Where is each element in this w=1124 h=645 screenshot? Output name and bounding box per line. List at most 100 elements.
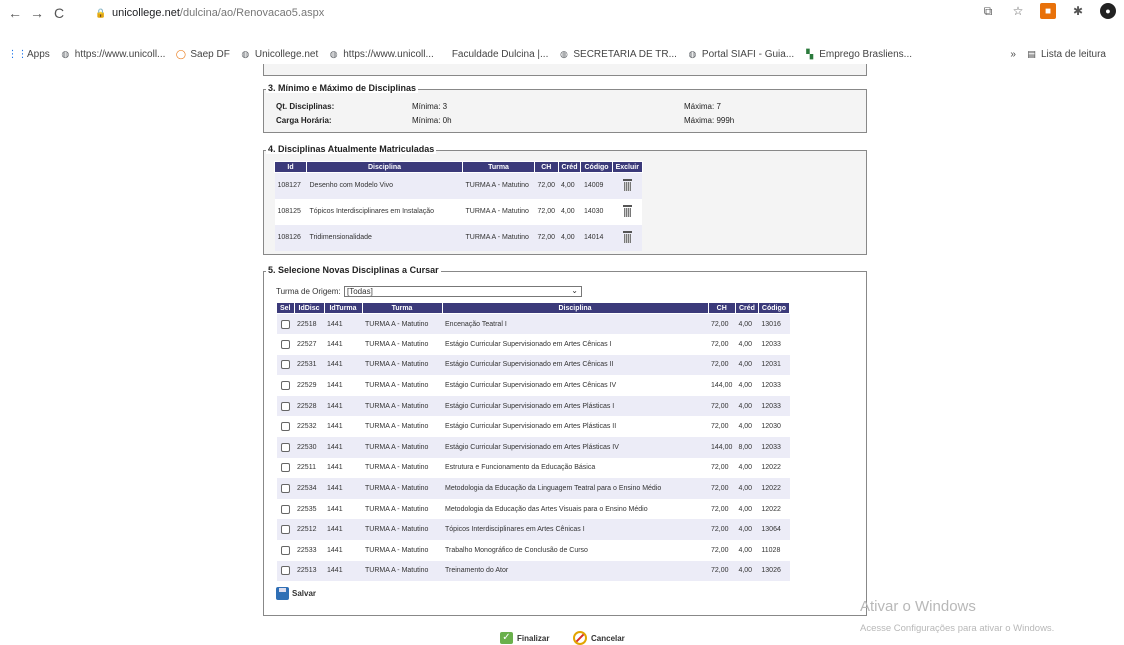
course-cred: 4,00 bbox=[738, 505, 753, 513]
course-iddisc: 22512 bbox=[297, 526, 317, 534]
extension-icon[interactable]: ■ bbox=[1040, 3, 1056, 19]
enrolled-id: 108126 bbox=[277, 234, 301, 241]
reload-icon[interactable]: C bbox=[48, 2, 70, 24]
course-row: 22527 1441 TURMA A - Matutino Estágio Curri… bbox=[276, 334, 790, 355]
course-turma: TURMA A - Matutino bbox=[365, 505, 429, 513]
bookmarks-bar: ⋮⋮ Apps ◍ https://www.unicoll... ◯ Saep DF … bbox=[0, 44, 1124, 64]
trash-icon[interactable] bbox=[622, 230, 632, 243]
course-select-checkbox[interactable] bbox=[280, 401, 290, 411]
course-disciplina: Metodologia da Educação das Artes Visuai… bbox=[445, 505, 648, 513]
bookmark-item[interactable]: Faculdade Dulcina |... bbox=[452, 49, 549, 60]
course-select-checkbox[interactable] bbox=[280, 545, 290, 555]
star-icon[interactable]: ☆ bbox=[1010, 3, 1026, 19]
profile-avatar[interactable]: ● bbox=[1100, 3, 1116, 19]
course-select-checkbox[interactable] bbox=[280, 566, 290, 576]
course-cred: 4,00 bbox=[738, 546, 753, 554]
course-row: 22518 1441 TURMA A - Matutino Encenação Tea… bbox=[276, 313, 790, 335]
globe-icon: ◍ bbox=[61, 48, 70, 59]
bookmark-label: Emprego Brasliens... bbox=[819, 48, 913, 60]
course-disciplina: Trabalho Monográfico de Conclusão de Cur… bbox=[445, 546, 588, 554]
course-select-checkbox[interactable] bbox=[280, 484, 290, 494]
course-iddisc: 22528 bbox=[297, 402, 317, 410]
puzzle-icon[interactable]: ✱ bbox=[1070, 3, 1086, 19]
bookmark-label: Unicollege.net bbox=[254, 48, 319, 60]
course-idturma: 1441 bbox=[327, 526, 343, 534]
save-button[interactable]: Salvar bbox=[276, 587, 316, 600]
bookmark-item[interactable]: ◍ SECRETARIA DE TR... bbox=[558, 49, 677, 60]
carga-horaria-max: Máxima: 999h bbox=[684, 116, 735, 125]
course-codigo: 11028 bbox=[761, 546, 781, 554]
section-enrolled: 4. Disciplinas Atualmente Matriculadas I… bbox=[263, 144, 867, 255]
course-cred: 4,00 bbox=[738, 526, 753, 534]
forward-icon[interactable]: → bbox=[26, 2, 48, 24]
enrolled-ch: 72,00 bbox=[537, 234, 556, 241]
enrolled-turma: TURMA A - Matutino bbox=[465, 182, 529, 190]
save-label: Salvar bbox=[292, 589, 317, 598]
course-select-checkbox[interactable] bbox=[280, 381, 290, 391]
course-ch: 72,00 bbox=[711, 464, 729, 472]
more-bookmarks-button[interactable]: » bbox=[1010, 49, 1016, 60]
check-icon: ✓ bbox=[500, 632, 513, 644]
bookmark-item[interactable]: ◯ Saep DF bbox=[175, 48, 230, 60]
bookmark-item[interactable]: ◍ https://www.unicoll... bbox=[60, 48, 165, 60]
activation-watermark-subtitle: Acesse Configurações para ativar o Windo… bbox=[860, 623, 1055, 634]
trash-icon[interactable] bbox=[622, 204, 632, 217]
carga-horaria-min: Mínima: 0h bbox=[412, 116, 452, 125]
col-ch: CH bbox=[707, 302, 736, 314]
url-field[interactable]: 🔒 unicollege.net/dulcina/ao/Renovacao5.a… bbox=[95, 3, 576, 23]
origin-select[interactable]: [Todas] ⌄ bbox=[344, 286, 582, 297]
globe-icon: ◍ bbox=[559, 48, 568, 59]
course-select-checkbox[interactable] bbox=[280, 319, 290, 329]
course-turma: TURMA A - Matutino bbox=[365, 402, 429, 410]
course-row: 22512 1441 TURMA A - Matutino Tópicos Inter… bbox=[276, 519, 790, 541]
section-3-legend: 3. Mínimo e Máximo de Disciplinas bbox=[266, 83, 419, 93]
course-select-checkbox[interactable] bbox=[280, 442, 290, 452]
bookmark-label: Faculdade Dulcina |... bbox=[451, 48, 549, 60]
course-idturma: 1441 bbox=[327, 443, 343, 451]
course-disciplina: Metodologia da Educação da Linguagem Tea… bbox=[445, 485, 662, 493]
bookmark-item[interactable]: ◍ Portal SIAFI - Guia... bbox=[687, 49, 794, 60]
bookmark-item[interactable]: ◍ https://www.unicoll... bbox=[328, 49, 434, 60]
bookmark-item[interactable]: ▚ Emprego Brasliens... bbox=[804, 49, 912, 60]
bookmark-item[interactable]: ◍ Unicollege.net bbox=[240, 49, 318, 60]
reading-list-button[interactable]: ▤ Lista de leitura bbox=[1026, 49, 1106, 60]
course-iddisc: 22533 bbox=[297, 546, 317, 554]
course-select-checkbox[interactable] bbox=[280, 360, 290, 370]
saep-icon: ◯ bbox=[175, 48, 186, 59]
trash-icon[interactable] bbox=[622, 178, 632, 191]
course-select-checkbox[interactable] bbox=[280, 339, 290, 349]
course-idturma: 1441 bbox=[327, 546, 343, 554]
course-codigo: 13064 bbox=[761, 526, 781, 534]
course-ch: 72,00 bbox=[711, 567, 729, 575]
course-turma: TURMA A - Matutino bbox=[365, 546, 429, 554]
course-idturma: 1441 bbox=[327, 423, 343, 431]
course-disciplina: Estrutura e Funcionamento da Educação Bá… bbox=[445, 464, 596, 472]
course-idturma: 1441 bbox=[327, 464, 343, 472]
course-cred: 4,00 bbox=[738, 340, 753, 348]
bookmark-label: Apps bbox=[27, 48, 50, 60]
bookmark-apps[interactable]: ⋮⋮ Apps bbox=[8, 48, 50, 60]
col-iddisc: IdDisc bbox=[293, 302, 325, 314]
course-select-checkbox[interactable] bbox=[280, 422, 290, 432]
course-disciplina: Estágio Curricular Supervisionado em Art… bbox=[445, 423, 617, 431]
course-disciplina: Encenação Teatral I bbox=[445, 320, 507, 328]
course-codigo: 12022 bbox=[761, 464, 781, 472]
finish-button[interactable]: ✓ Finalizar bbox=[500, 632, 549, 644]
back-icon[interactable]: ← bbox=[4, 2, 26, 24]
course-cred: 4,00 bbox=[738, 423, 753, 431]
enrolled-cred: 4,00 bbox=[561, 234, 575, 241]
course-row: 22531 1441 TURMA A - Matutino Estágio Curri… bbox=[276, 354, 790, 376]
enrolled-codigo: 14014 bbox=[583, 234, 604, 241]
course-codigo: 13016 bbox=[761, 320, 781, 328]
course-ch: 72,00 bbox=[711, 340, 729, 348]
emprego-icon: ▚ bbox=[806, 48, 814, 59]
address-bar: ← → C 🔒 unicollege.net/dulcina/ao/Renova… bbox=[0, 0, 1124, 26]
bookmark-label: SECRETARIA DE TR... bbox=[573, 48, 677, 60]
course-select-checkbox[interactable] bbox=[280, 525, 290, 535]
share-icon[interactable]: ⧉ bbox=[980, 3, 996, 19]
origin-select-value: [Todas] bbox=[347, 287, 373, 296]
course-select-checkbox[interactable] bbox=[280, 504, 290, 514]
course-select-checkbox[interactable] bbox=[280, 463, 290, 473]
course-turma: TURMA A - Matutino bbox=[365, 485, 429, 493]
cancel-button[interactable]: Cancelar bbox=[573, 631, 625, 645]
